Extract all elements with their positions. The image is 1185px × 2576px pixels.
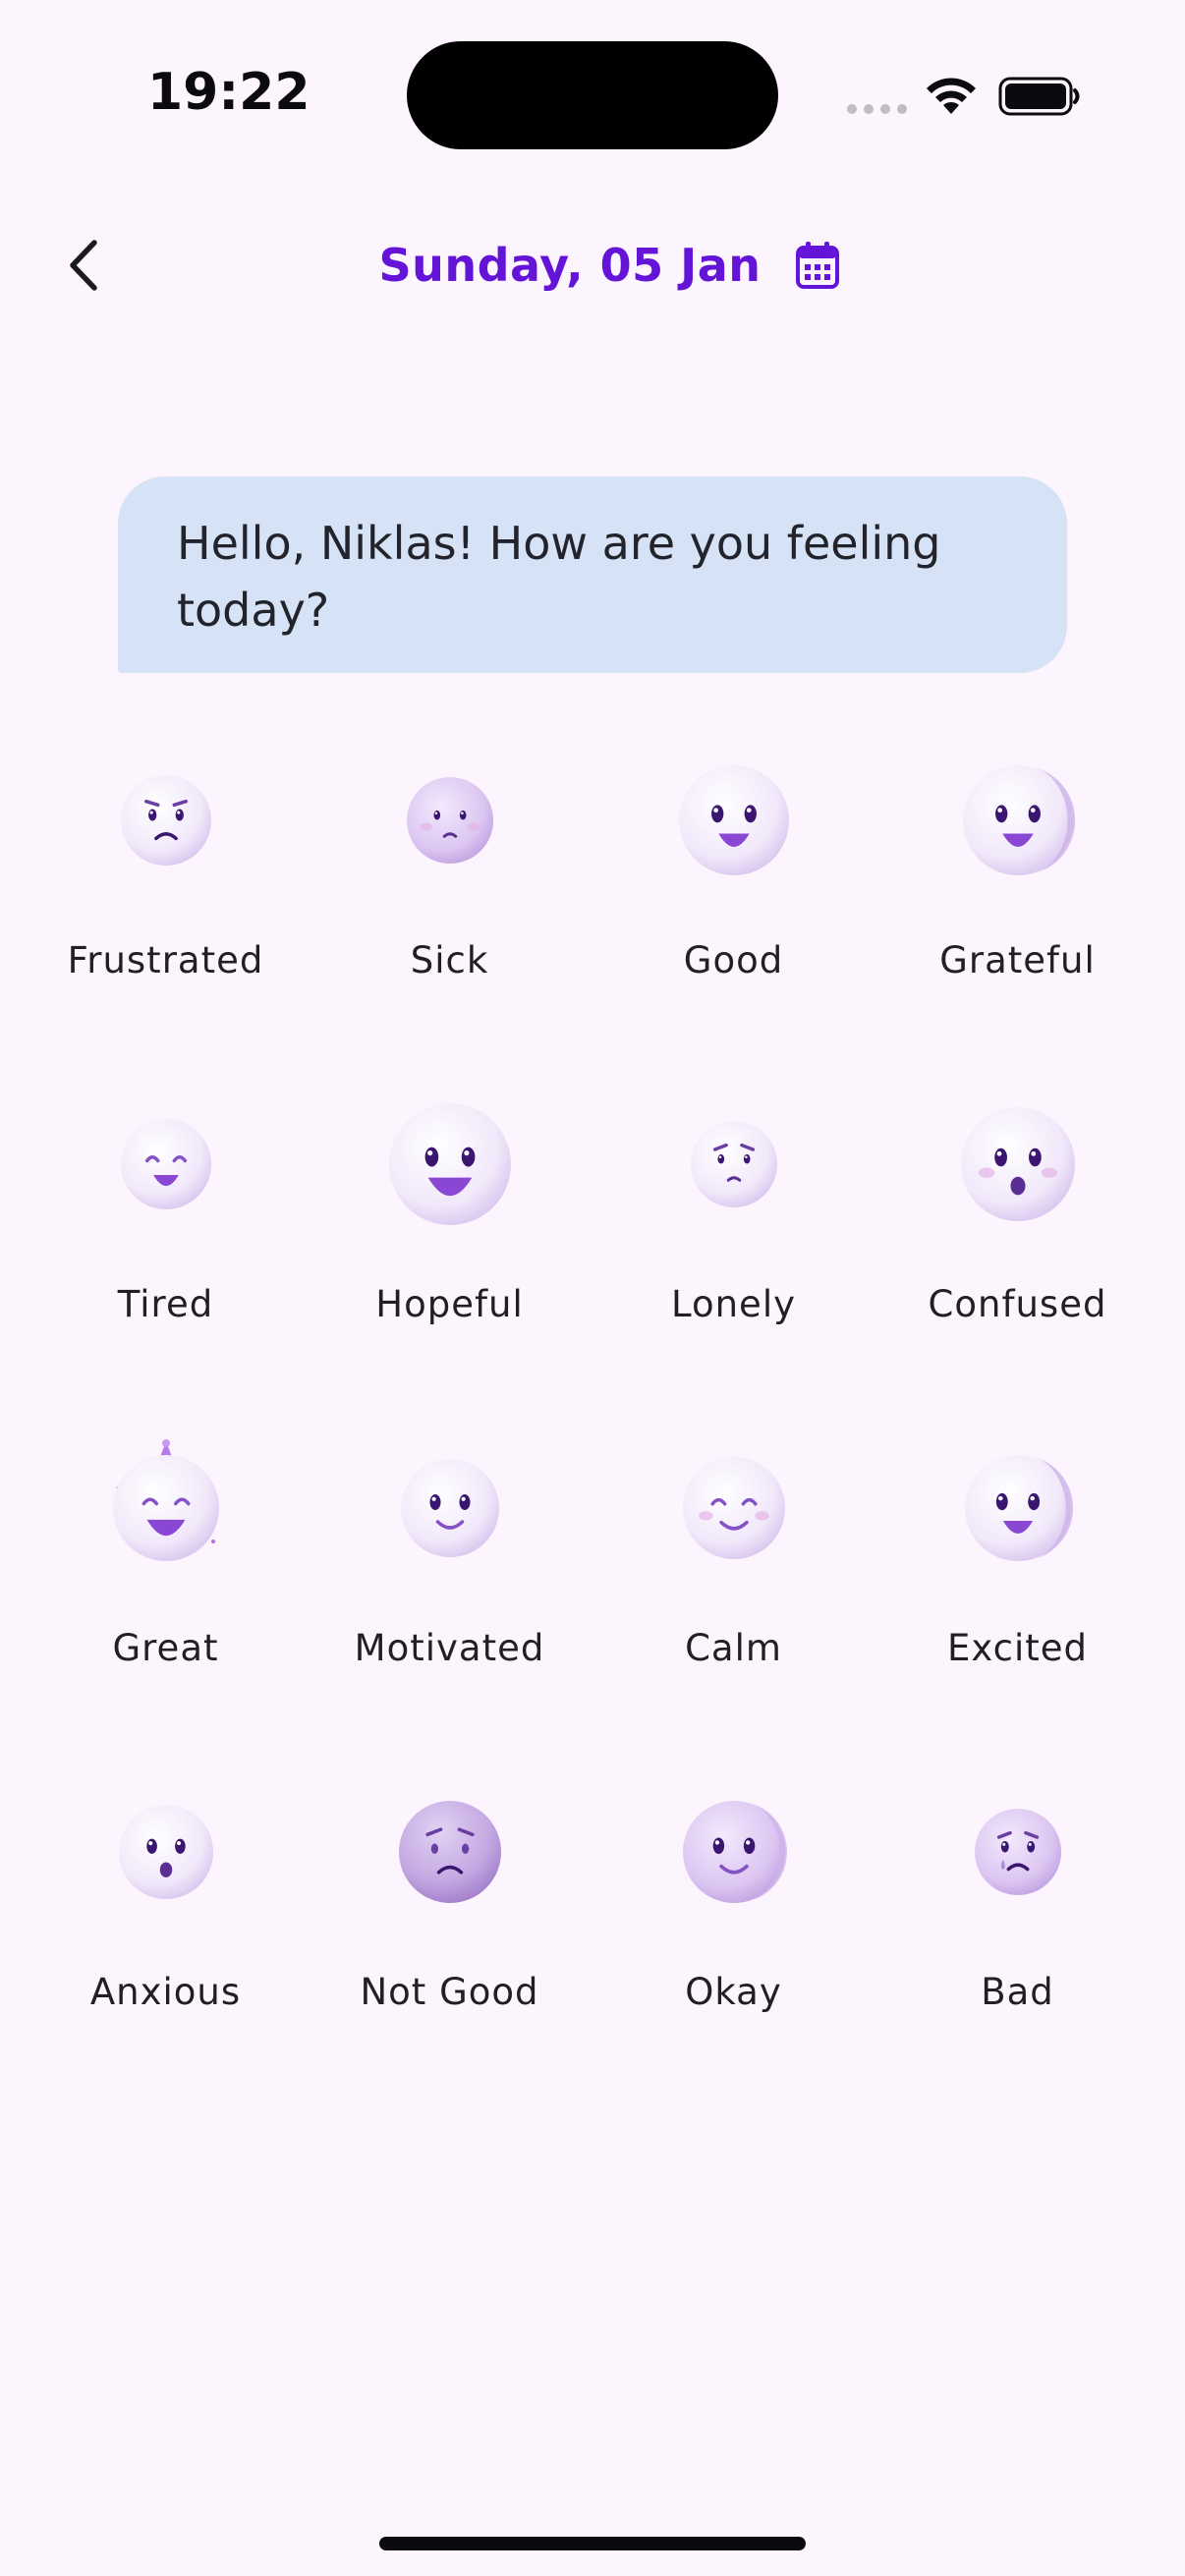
battery-icon — [998, 77, 1080, 116]
okay-face-icon — [592, 1778, 875, 1926]
mood-checkin-screen: 19:22 Sunday, 05 Jan Hello, Niklas! How … — [0, 0, 1185, 2576]
mood-option-bad[interactable]: Bad — [875, 1778, 1159, 2073]
mood-label: Good — [683, 939, 784, 981]
hopeful-face-icon — [308, 1091, 592, 1238]
mood-label: Lonely — [671, 1283, 796, 1325]
mood-option-good[interactable]: Good — [592, 747, 875, 1041]
calm-face-icon — [592, 1434, 875, 1582]
mood-option-okay[interactable]: Okay — [592, 1778, 875, 2073]
mood-label: Tired — [117, 1283, 214, 1325]
date-title[interactable]: Sunday, 05 Jan — [378, 239, 761, 292]
sick-face-icon — [308, 747, 592, 894]
mood-option-sick[interactable]: Sick — [308, 747, 592, 1041]
wifi-icon — [927, 78, 976, 114]
mood-option-anxious[interactable]: Anxious — [24, 1778, 308, 2073]
mood-option-hopeful[interactable]: Hopeful — [308, 1091, 592, 1385]
mood-label: Confused — [928, 1283, 1107, 1325]
mood-option-not-good[interactable]: Not Good — [308, 1778, 592, 2073]
mood-option-excited[interactable]: Excited — [875, 1434, 1159, 1729]
mood-option-grateful[interactable]: Grateful — [875, 747, 1159, 1041]
mood-label: Not Good — [360, 1971, 539, 2013]
mood-label: Excited — [946, 1627, 1088, 1669]
mood-label: Hopeful — [375, 1283, 524, 1325]
status-time: 19:22 — [147, 63, 310, 122]
mood-label: Anxious — [89, 1971, 242, 2013]
mood-option-lonely[interactable]: Lonely — [592, 1091, 875, 1385]
mood-label: Sick — [410, 939, 489, 981]
mood-label: Okay — [685, 1971, 782, 2013]
motivated-face-icon — [308, 1434, 592, 1582]
mood-option-great[interactable]: Great — [24, 1434, 308, 1729]
lonely-face-icon — [592, 1091, 875, 1238]
mood-label: Grateful — [939, 939, 1096, 981]
mood-label: Motivated — [354, 1627, 545, 1669]
excited-face-icon — [875, 1434, 1159, 1582]
calendar-icon — [795, 242, 839, 289]
mood-label: Great — [112, 1627, 219, 1669]
mood-label: Calm — [685, 1627, 782, 1669]
anxious-face-icon — [24, 1778, 308, 1926]
frustrated-face-icon — [24, 747, 308, 894]
cellular-signal-icon — [847, 104, 907, 114]
tired-face-icon — [24, 1091, 308, 1238]
confused-face-icon — [875, 1091, 1159, 1238]
mood-label: Bad — [981, 1971, 1054, 2013]
home-indicator[interactable] — [379, 2537, 806, 2550]
mood-option-confused[interactable]: Confused — [875, 1091, 1159, 1385]
bad-face-icon — [875, 1778, 1159, 1926]
greeting-text: Hello, Niklas! How are you feeling today… — [177, 517, 941, 637]
greeting-bubble: Hello, Niklas! How are you feeling today… — [118, 476, 1067, 673]
grateful-face-icon — [875, 747, 1159, 894]
date-header: Sunday, 05 Jan — [0, 234, 1185, 297]
party-face-icon — [24, 1434, 308, 1582]
mood-option-motivated[interactable]: Motivated — [308, 1434, 592, 1729]
good-face-icon — [592, 747, 875, 894]
mood-label: Frustrated — [67, 939, 264, 981]
mood-option-frustrated[interactable]: Frustrated — [24, 747, 308, 1041]
mood-option-calm[interactable]: Calm — [592, 1434, 875, 1729]
calendar-button[interactable] — [795, 240, 842, 291]
dynamic-island — [407, 41, 778, 149]
mood-option-tired[interactable]: Tired — [24, 1091, 308, 1385]
not-good-face-icon — [308, 1778, 592, 1926]
